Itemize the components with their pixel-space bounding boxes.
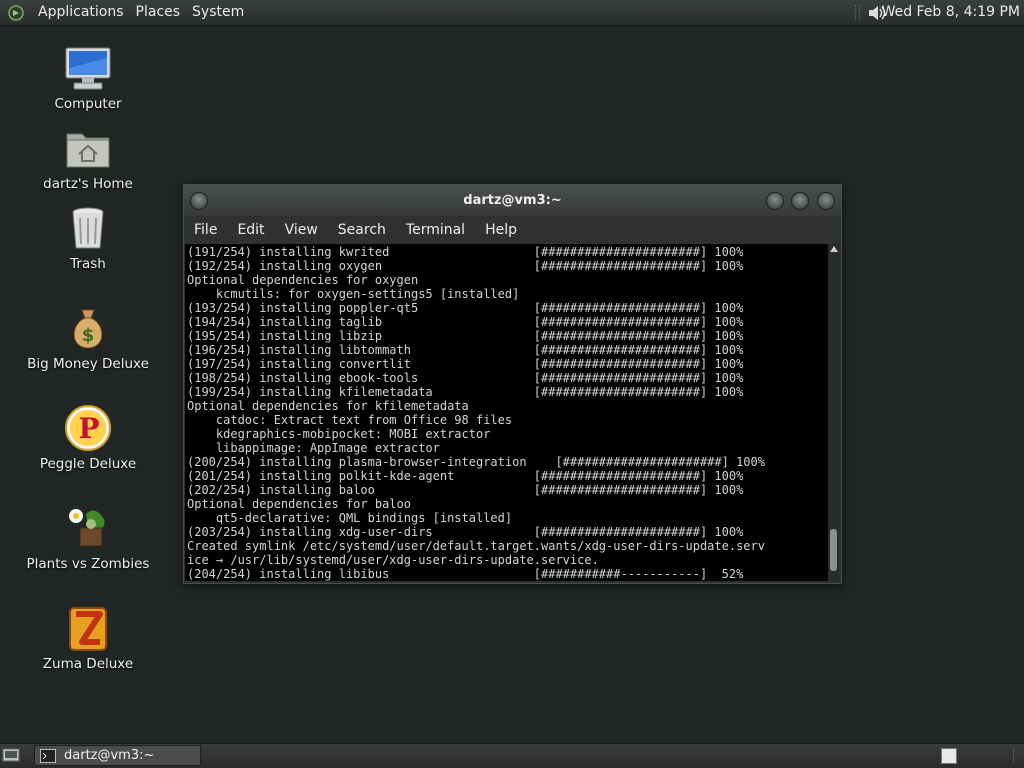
terminal-menubar: File Edit View Search Terminal Help [184,216,841,244]
zuma-icon [69,607,107,651]
clock[interactable]: Wed Feb 8, 4:19 PM [882,0,1020,25]
window-title: dartz@vm3:~ [463,193,562,208]
show-desktop-icon[interactable] [2,747,20,763]
terminal-output-area[interactable]: (191/254) installing kwrited [##########… [185,244,828,581]
menu-terminal[interactable]: Terminal [396,222,475,238]
desktop-icon-peggle[interactable]: P Peggle Deluxe [18,404,158,472]
desktop-icon-label: Trash [70,256,106,272]
scroll-up-arrow-icon[interactable] [830,246,838,252]
desktop-icon-label: Big Money Deluxe [27,356,149,372]
svg-text:$: $ [82,325,95,346]
desktop-icon-big-money[interactable]: $ Big Money Deluxe [18,304,158,372]
desktop-icon-computer[interactable]: Computer [18,44,158,112]
taskbar-window-title: dartz@vm3:~ [64,748,155,763]
minimize-button[interactable] [766,192,784,210]
menu-edit[interactable]: Edit [227,222,274,238]
desktop-icon-home[interactable]: dartz's Home [18,124,158,192]
desktop-icon-label: Zuma Deluxe [42,656,134,672]
desktop-icon-trash[interactable]: Trash [18,204,158,272]
applications-menu[interactable]: Applications [32,0,130,25]
menu-search[interactable]: Search [328,222,396,238]
top-panel: Applications Places System Wed Feb 8, 4:… [0,0,1024,26]
home-folder-icon [66,133,110,168]
system-menu[interactable]: System [186,0,250,25]
terminal-icon [40,748,56,763]
panel-separator [1013,747,1017,764]
close-button[interactable] [817,192,835,210]
scroll-thumb[interactable] [830,529,837,571]
menu-file[interactable]: File [184,222,227,238]
peggle-icon: P [65,405,111,451]
terminal-window[interactable]: dartz@vm3:~ File Edit View Search Termin… [183,184,842,584]
computer-icon [65,47,111,90]
window-titlebar[interactable]: dartz@vm3:~ [184,185,841,216]
desktop-icon-zuma[interactable]: Zuma Deluxe [18,604,158,672]
menu-view[interactable]: View [275,222,328,238]
menu-help[interactable]: Help [475,222,527,238]
desktop-icon-label: dartz's Home [43,176,133,192]
terminal-output: (191/254) installing kwrited [##########… [187,245,765,581]
desktop-icon-label: Peggle Deluxe [39,456,137,472]
panel-separator [855,5,860,21]
places-menu[interactable]: Places [130,0,187,25]
plants-vs-zombies-icon [69,509,105,547]
money-bag-icon: $ [73,309,103,349]
workspace-switcher[interactable] [941,748,957,764]
svg-text:P: P [78,412,99,445]
trash-icon [72,207,104,249]
bottom-panel: dartz@vm3:~ [0,743,1024,768]
terminal-scrollbar[interactable] [828,244,839,581]
desktop-icon-label: Plants vs Zombies [26,556,150,572]
desktop-icon-label: Computer [54,96,122,112]
maximize-button[interactable] [791,192,809,210]
gnome-foot-icon[interactable] [8,4,24,21]
desktop-icon-plants-vs-zombies[interactable]: Plants vs Zombies [18,504,158,572]
taskbar-terminal-button[interactable]: dartz@vm3:~ [34,745,201,766]
